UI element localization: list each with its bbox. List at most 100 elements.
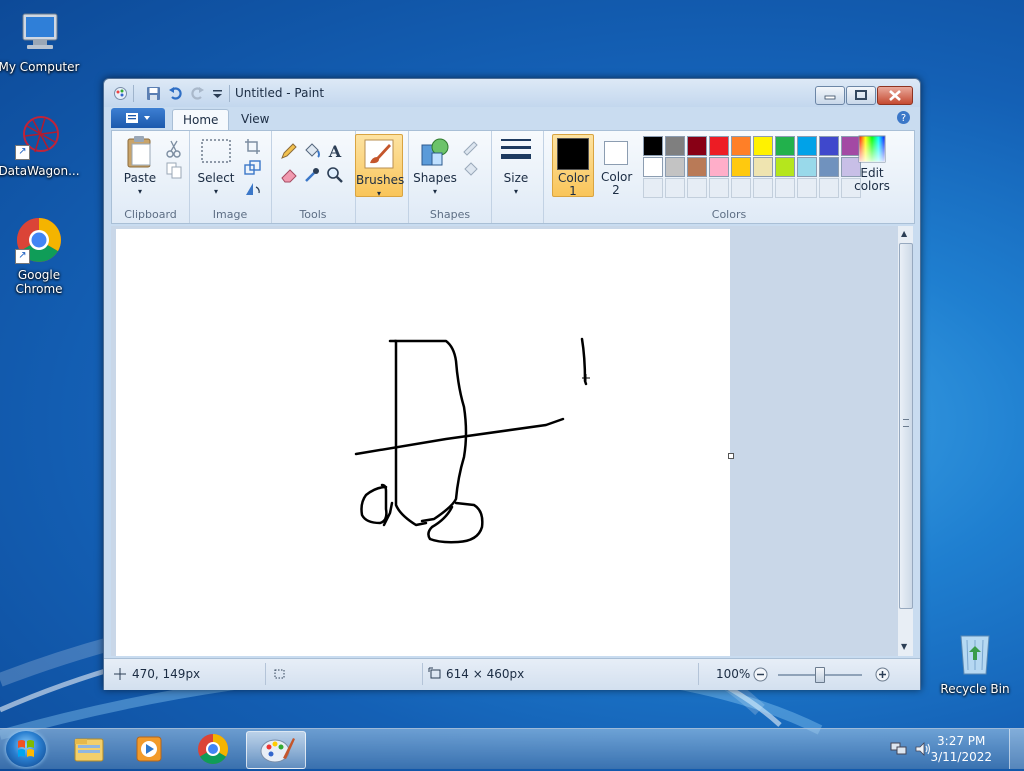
network-icon[interactable] bbox=[890, 741, 908, 757]
vertical-scrollbar[interactable]: ▲ ▼ bbox=[898, 226, 913, 656]
canvas-resize-handle[interactable] bbox=[728, 453, 734, 459]
paste-button[interactable]: Paste ▾ bbox=[120, 135, 160, 198]
color1-swatch bbox=[557, 138, 589, 170]
drawing-canvas[interactable] bbox=[116, 229, 730, 656]
customize-toolbar-dropdown-icon[interactable] bbox=[210, 86, 225, 101]
crop-icon[interactable] bbox=[243, 137, 263, 157]
palette-swatch[interactable] bbox=[819, 136, 839, 156]
paint-menu-button[interactable] bbox=[111, 108, 165, 128]
svg-text:?: ? bbox=[901, 113, 906, 124]
custom-color-slot[interactable] bbox=[665, 178, 685, 198]
edit-colors-button[interactable]: Edit colors bbox=[850, 134, 894, 193]
eraser-icon[interactable] bbox=[279, 165, 299, 185]
color2-label: Color 2 bbox=[601, 170, 633, 197]
custom-color-slot[interactable] bbox=[775, 178, 795, 198]
color-picker-icon[interactable] bbox=[302, 165, 322, 185]
palette-swatch[interactable] bbox=[731, 157, 751, 177]
scroll-up-icon[interactable]: ▲ bbox=[901, 229, 907, 238]
cut-icon[interactable] bbox=[164, 139, 184, 159]
palette-swatch[interactable] bbox=[687, 136, 707, 156]
palette-swatch[interactable] bbox=[665, 157, 685, 177]
taskbar-chrome[interactable] bbox=[184, 731, 242, 767]
show-desktop-button[interactable] bbox=[1009, 729, 1024, 769]
rotate-icon[interactable] bbox=[243, 179, 263, 199]
zoom-in-icon[interactable] bbox=[875, 667, 890, 682]
select-label: Select bbox=[197, 171, 235, 185]
palette-swatch[interactable] bbox=[643, 157, 663, 177]
text-icon[interactable]: A bbox=[325, 141, 345, 161]
windows-logo-icon bbox=[18, 740, 34, 757]
palette-swatch[interactable] bbox=[753, 136, 773, 156]
system-clock[interactable]: 3:27 PM 3/11/2022 bbox=[930, 733, 992, 765]
title-bar[interactable]: Untitled - Paint bbox=[104, 79, 920, 107]
palette-swatch[interactable] bbox=[665, 136, 685, 156]
desktop-icon-datawagon[interactable]: ↗ DataWagon... bbox=[0, 112, 81, 178]
palette-swatch[interactable] bbox=[797, 136, 817, 156]
custom-color-slot[interactable] bbox=[797, 178, 817, 198]
magnifier-icon[interactable] bbox=[325, 165, 345, 185]
palette-swatch[interactable] bbox=[731, 136, 751, 156]
color2-button[interactable]: Color 2 bbox=[596, 134, 636, 197]
maximize-button[interactable] bbox=[846, 86, 876, 105]
zoom-slider-thumb[interactable] bbox=[815, 667, 825, 683]
undo-icon[interactable] bbox=[168, 86, 183, 101]
brushes-button[interactable]: Brushes ▾ bbox=[355, 134, 404, 198]
palette-swatch[interactable] bbox=[797, 157, 817, 177]
fill-icon[interactable] bbox=[302, 141, 322, 161]
taskbar-paint[interactable] bbox=[246, 731, 306, 769]
help-icon[interactable]: ? bbox=[896, 110, 911, 125]
desktop-icon-google-chrome[interactable]: ↗ Google Chrome bbox=[0, 216, 81, 296]
scroll-thumb[interactable] bbox=[899, 243, 913, 609]
copy-icon[interactable] bbox=[164, 161, 184, 181]
chevron-down-icon: ▾ bbox=[137, 187, 142, 196]
save-icon[interactable] bbox=[146, 86, 161, 101]
custom-color-slot[interactable] bbox=[687, 178, 707, 198]
scroll-down-icon[interactable]: ▼ bbox=[901, 642, 907, 651]
media-player-icon bbox=[136, 736, 162, 762]
ribbon-home: Paste ▾ Clipboard Select ▾ Image A Tools… bbox=[111, 130, 915, 224]
group-colors: Color 1 Color 2 Edit colors Colors bbox=[543, 131, 914, 223]
close-button[interactable] bbox=[877, 86, 913, 105]
redo-icon[interactable] bbox=[190, 86, 205, 101]
palette-swatch[interactable] bbox=[709, 136, 729, 156]
color1-button[interactable]: Color 1 bbox=[552, 134, 594, 198]
outline-icon[interactable] bbox=[461, 137, 481, 157]
group-label: Clipboard bbox=[124, 208, 177, 221]
pencil-icon[interactable] bbox=[279, 141, 299, 161]
paint-app-icon[interactable] bbox=[113, 86, 128, 101]
shapes-label: Shapes bbox=[413, 171, 457, 185]
minimize-button[interactable] bbox=[815, 86, 845, 105]
custom-color-slot[interactable] bbox=[643, 178, 663, 198]
taskbar-explorer[interactable] bbox=[60, 731, 118, 767]
svg-text:A: A bbox=[328, 142, 342, 161]
palette-swatch[interactable] bbox=[819, 157, 839, 177]
size-button[interactable]: Size ▾ bbox=[496, 135, 536, 198]
close-icon bbox=[889, 90, 901, 101]
paint-app-icon bbox=[260, 738, 295, 763]
palette-swatch[interactable] bbox=[643, 136, 663, 156]
custom-color-slot[interactable] bbox=[753, 178, 773, 198]
desktop-icon-label: Google Chrome bbox=[15, 268, 63, 296]
palette-swatch[interactable] bbox=[709, 157, 729, 177]
volume-icon[interactable] bbox=[914, 741, 932, 757]
tab-home[interactable]: Home bbox=[172, 109, 230, 130]
shapes-button[interactable]: Shapes ▾ bbox=[413, 135, 457, 198]
select-button[interactable]: Select ▾ bbox=[195, 135, 237, 198]
group-label: Shapes bbox=[429, 208, 471, 221]
custom-color-slot[interactable] bbox=[709, 178, 729, 198]
palette-swatch[interactable] bbox=[753, 157, 773, 177]
custom-color-slot[interactable] bbox=[819, 178, 839, 198]
fill-shape-icon[interactable] bbox=[461, 159, 481, 179]
start-button[interactable] bbox=[6, 731, 46, 767]
tab-view[interactable]: View bbox=[231, 109, 279, 129]
palette-swatch[interactable] bbox=[775, 136, 795, 156]
custom-color-slot[interactable] bbox=[731, 178, 751, 198]
taskbar-media-player[interactable] bbox=[120, 731, 178, 767]
desktop-icon-my-computer[interactable]: My Computer bbox=[0, 8, 81, 74]
clock-date: 3/11/2022 bbox=[930, 750, 992, 764]
zoom-out-icon[interactable] bbox=[753, 667, 768, 682]
palette-swatch[interactable] bbox=[775, 157, 795, 177]
resize-icon[interactable] bbox=[243, 158, 263, 178]
desktop-icon-recycle-bin[interactable]: Recycle Bin bbox=[933, 630, 1017, 696]
palette-swatch[interactable] bbox=[687, 157, 707, 177]
